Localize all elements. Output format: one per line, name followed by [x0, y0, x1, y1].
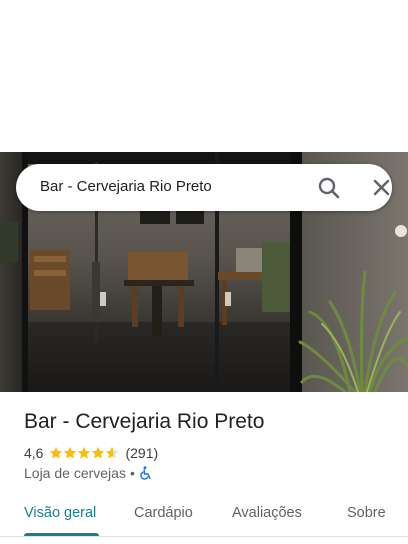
rating-value: 4,6 [24, 445, 44, 461]
rating-row[interactable]: 4,6 (291) [24, 444, 158, 462]
star-icon [78, 446, 91, 459]
tabs-divider [0, 536, 408, 537]
place-category[interactable]: Loja de cervejas [24, 465, 126, 481]
wheelchair-icon[interactable] [139, 466, 153, 480]
place-name: Bar - Cervejaria Rio Preto [24, 410, 265, 433]
category-row: Loja de cervejas • [24, 465, 153, 481]
separator-dot: • [129, 465, 135, 481]
star-icon [64, 446, 77, 459]
search-input[interactable]: Bar - Cervejaria Rio Preto [40, 178, 212, 195]
search-bar[interactable]: Bar - Cervejaria Rio Preto [16, 164, 392, 211]
map-blank-area [0, 0, 408, 152]
tab-overview[interactable]: Visão geral [24, 505, 96, 521]
search-icon[interactable] [316, 176, 342, 200]
tab-about[interactable]: Sobre [347, 505, 386, 521]
star-icon [50, 446, 63, 459]
star-icon [106, 446, 119, 459]
review-count[interactable]: (291) [125, 445, 158, 461]
tab-menu[interactable]: Cardápio [134, 505, 193, 521]
tab-bar: Visão geral Cardápio Avaliações Sobre [0, 496, 408, 536]
tab-reviews[interactable]: Avaliações [232, 505, 302, 521]
rating-stars [49, 446, 119, 460]
star-icon [92, 446, 105, 459]
close-icon[interactable] [368, 176, 394, 200]
